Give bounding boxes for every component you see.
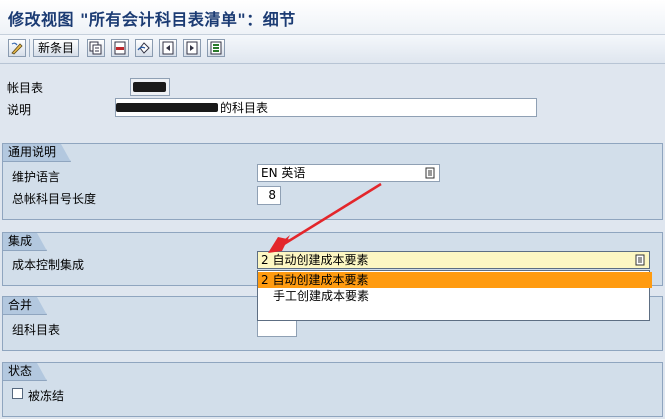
group-title: 合并: [3, 297, 47, 315]
next-entry-icon[interactable]: [183, 39, 201, 57]
group-title: 状态: [3, 363, 47, 381]
group-title: 通用说明: [3, 144, 71, 162]
previous-entry-icon[interactable]: [159, 39, 177, 57]
delete-icon[interactable]: [111, 39, 129, 57]
description-label: 说明: [7, 103, 32, 117]
maintenance-language-label: 维护语言: [12, 170, 61, 184]
window-title: 修改视图 "所有会计科目表清单"：细节: [8, 10, 296, 29]
description-value: 的科目表: [220, 101, 269, 115]
dropdown-option-manual[interactable]: 手工创建成本要素: [258, 288, 664, 304]
value-help-icon[interactable]: [425, 167, 435, 179]
annotation-arrow: [268, 182, 382, 253]
group-chart-field[interactable]: [257, 319, 297, 337]
toolbar-separator: [29, 39, 30, 57]
status-group: 状态: [2, 362, 663, 417]
controlling-integration-label: 成本控制集成: [12, 258, 85, 272]
maintenance-language-value: EN 英语: [261, 166, 306, 180]
title-bar: 修改视图 "所有会计科目表清单"：细节: [0, 0, 665, 35]
group-chart-label: 组科目表: [12, 323, 61, 337]
gl-account-length-label: 总帐科目号长度: [12, 192, 97, 206]
select-all-icon[interactable]: [207, 39, 225, 57]
undo-icon[interactable]: [135, 39, 153, 57]
redaction-mark: [133, 82, 166, 92]
blocked-checkbox[interactable]: [12, 388, 23, 399]
application-toolbar: 新条目: [0, 35, 665, 64]
description-field[interactable]: 的科目表: [115, 98, 537, 117]
redaction-mark: [116, 103, 218, 112]
new-entries-button[interactable]: 新条目: [33, 39, 80, 57]
chart-of-accounts-label: 帐目表: [7, 81, 44, 95]
value-help-icon[interactable]: [635, 254, 645, 266]
dropdown-option-auto[interactable]: 2 自动创建成本要素: [258, 272, 652, 288]
dropdown-list: 2 自动创建成本要素 手工创建成本要素: [257, 270, 652, 321]
copy-icon[interactable]: [87, 39, 105, 57]
group-title: 集成: [3, 233, 47, 251]
chart-of-accounts-field: [130, 78, 170, 96]
blocked-label: 被冻结: [28, 389, 65, 403]
display-change-icon[interactable]: [8, 39, 26, 57]
